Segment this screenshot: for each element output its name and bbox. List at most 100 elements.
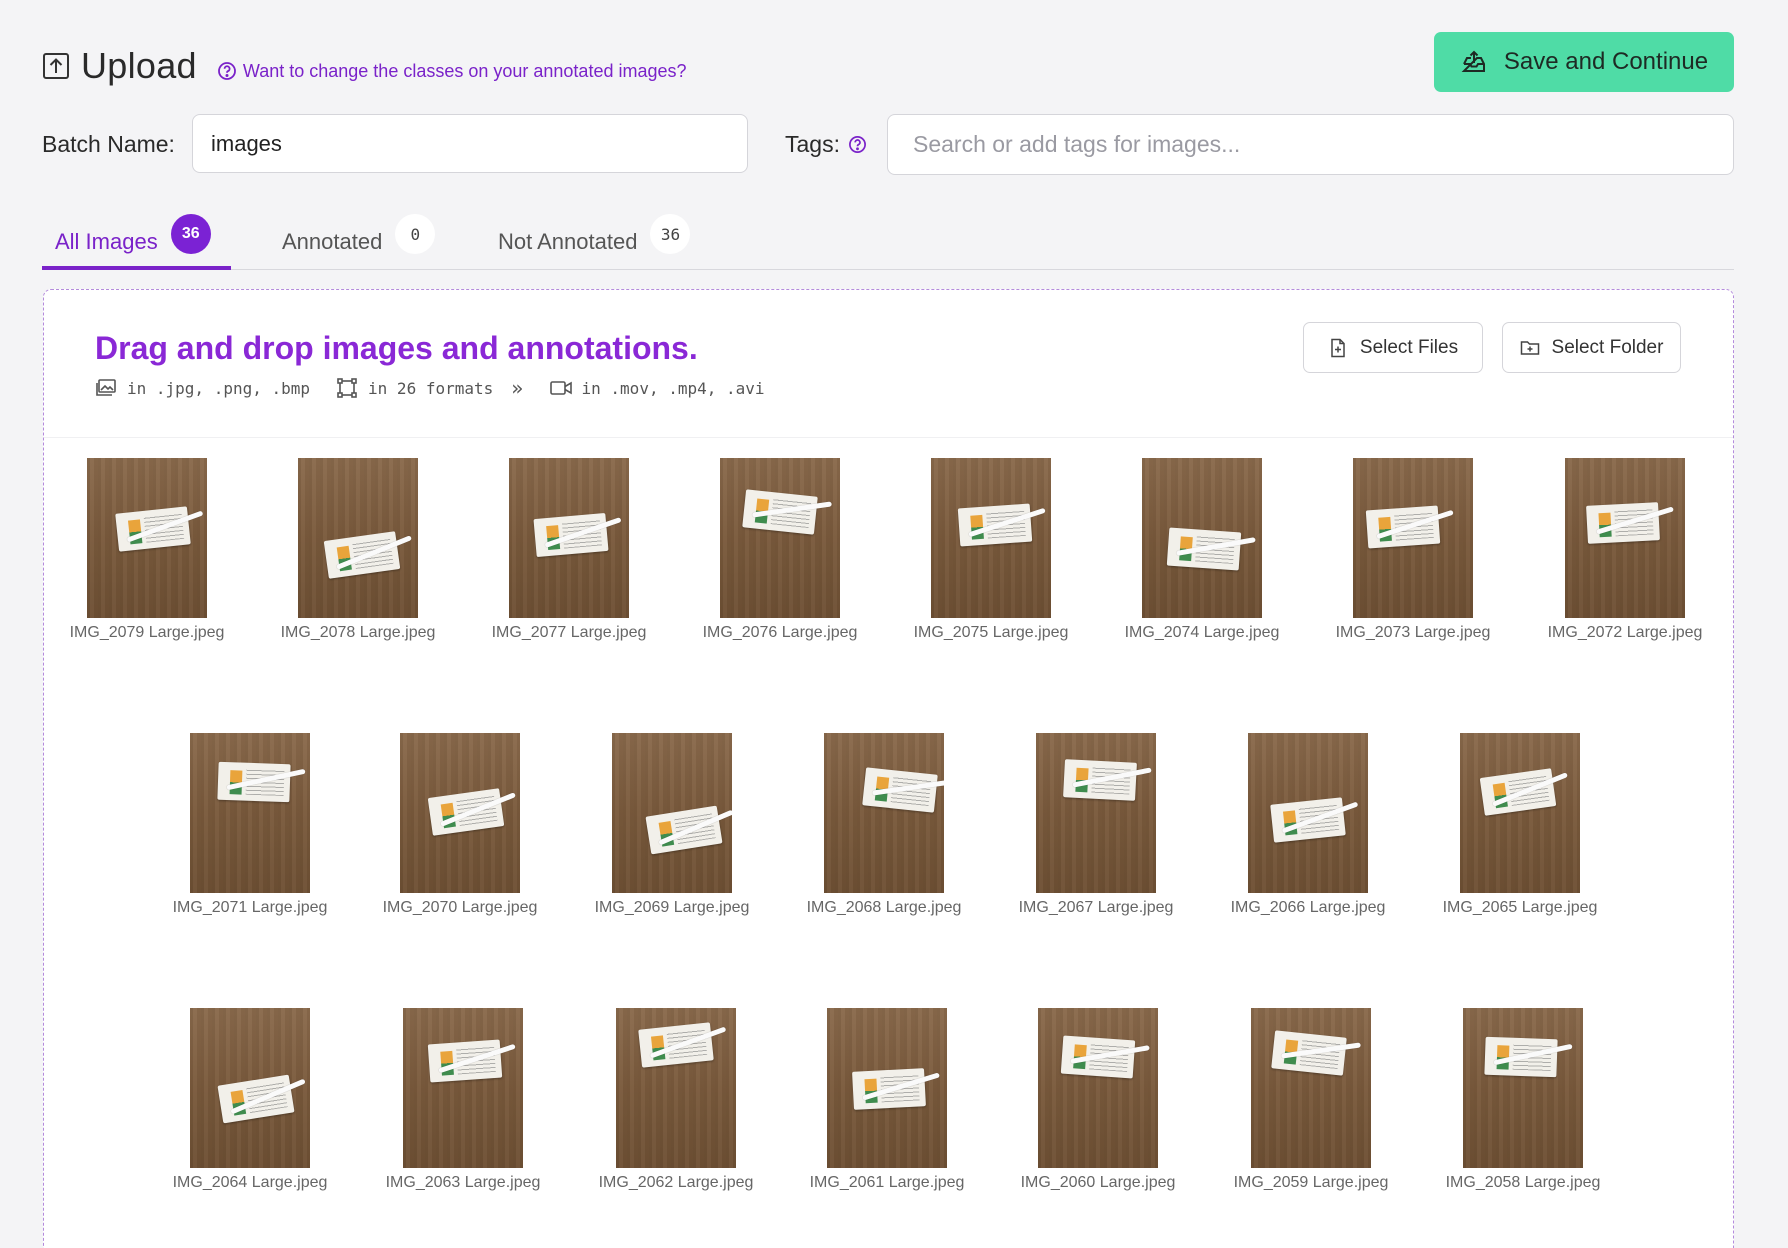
image-thumbnail-card[interactable]: IMG_2068 Large.jpeg [799,733,969,917]
file-plus-icon [1331,338,1345,357]
images-icon [96,379,116,396]
tab-label: All Images [55,229,158,254]
image-filename: IMG_2074 Large.jpeg [1124,624,1280,641]
image-thumbnail [87,458,207,618]
tags-search-input[interactable] [887,114,1734,175]
image-thumbnail [403,1008,523,1168]
image-thumbnail-card[interactable]: IMG_2074 Large.jpeg [1117,458,1287,642]
tags-label-group: Tags: [785,131,867,158]
image-thumbnail-card[interactable]: IMG_2059 Large.jpeg [1226,1008,1396,1192]
select-files-button[interactable]: Select Files [1303,322,1483,373]
image-thumbnail-card[interactable]: IMG_2065 Large.jpeg [1435,733,1605,917]
image-thumbnail-card[interactable]: IMG_2067 Large.jpeg [1011,733,1181,917]
image-thumbnail-card[interactable]: IMG_2070 Large.jpeg [375,733,545,917]
batch-tags-row: Batch Name: Tags: [42,114,1734,175]
image-thumbnail-card[interactable]: IMG_2076 Large.jpeg [695,458,865,642]
tab-annotated[interactable]: Annotated 0 [282,214,436,270]
change-classes-link[interactable]: Want to change the classes on your annot… [217,61,687,82]
drop-zone[interactable]: Drag and drop images and annotations. in… [43,289,1734,1248]
image-thumbnail-card[interactable]: IMG_2078 Large.jpeg [273,458,443,642]
image-thumbnail-card[interactable]: IMG_2058 Large.jpeg [1438,1008,1608,1192]
image-filename: IMG_2058 Large.jpeg [1445,1174,1601,1191]
image-filename: IMG_2066 Large.jpeg [1230,899,1386,916]
image-filename: IMG_2065 Large.jpeg [1442,899,1598,916]
image-formats-text: in .jpg, .png, .bmp [127,378,311,398]
count-badge: 0 [395,214,436,254]
help-circle-icon[interactable] [848,135,867,154]
image-thumbnail [1463,1008,1583,1168]
image-thumbnail-card[interactable]: IMG_2073 Large.jpeg [1328,458,1498,642]
drop-zone-header: Drag and drop images and annotations. in… [44,290,1733,438]
video-icon [549,381,572,395]
count-badge: 36 [650,214,691,254]
image-thumbnail-card[interactable]: IMG_2075 Large.jpeg [906,458,1076,642]
image-filename: IMG_2075 Large.jpeg [913,624,1069,641]
tab-label: Not Annotated [498,229,638,254]
video-formats-text: in .mov, .mp4, .avi [581,378,765,398]
upload-page: Upload Want to change the classes on you… [0,0,1788,1248]
image-thumbnail-card[interactable]: IMG_2062 Large.jpeg [591,1008,761,1192]
upload-icon [43,53,69,79]
image-thumbnail-card[interactable]: IMG_2060 Large.jpeg [1013,1008,1183,1192]
image-thumbnail [827,1008,947,1168]
image-thumbnail-card[interactable]: IMG_2072 Large.jpeg [1540,458,1710,642]
image-filename: IMG_2073 Large.jpeg [1335,624,1491,641]
tab-all-images[interactable]: All Images 36 [42,214,231,270]
folder-plus-icon [1520,340,1539,355]
image-filename: IMG_2062 Large.jpeg [598,1174,754,1191]
image-thumbnail-card[interactable]: IMG_2061 Large.jpeg [802,1008,972,1192]
count-badge: 36 [170,214,211,254]
image-thumbnail [1565,458,1685,618]
image-thumbnail [931,458,1051,618]
image-filename: IMG_2078 Large.jpeg [280,624,436,641]
image-filename: IMG_2060 Large.jpeg [1020,1174,1176,1191]
tab-label: Annotated [282,229,383,254]
image-thumbnail-card[interactable]: IMG_2077 Large.jpeg [484,458,654,642]
image-thumbnail-card[interactable]: IMG_2069 Large.jpeg [587,733,757,917]
image-thumbnail [1251,1008,1371,1168]
annotation-formats-text: in 26 formats [368,378,494,398]
image-thumbnail-card[interactable]: IMG_2064 Large.jpeg [165,1008,335,1192]
image-thumbnail [612,733,732,893]
drop-zone-title: Drag and drop images and annotations. [95,330,698,366]
batch-name-input[interactable] [192,114,748,173]
image-thumbnail [1460,733,1580,893]
image-thumbnail [509,458,629,618]
image-filename: IMG_2070 Large.jpeg [382,899,538,916]
change-classes-link-label: Want to change the classes on your annot… [242,60,687,81]
image-filter-tabs: All Images 36 Annotated 0 Not Annotated … [42,206,1734,270]
image-thumbnail [1142,458,1262,618]
image-thumbnail [1038,1008,1158,1168]
image-formats: in .jpg, .png, .bmp [95,378,310,398]
image-thumbnail [298,458,418,618]
image-filename: IMG_2076 Large.jpeg [702,624,858,641]
image-thumbnail [720,458,840,618]
image-filename: IMG_2067 Large.jpeg [1018,899,1174,916]
help-circle-icon [217,62,236,80]
image-filename: IMG_2071 Large.jpeg [172,899,328,916]
image-filename: IMG_2063 Large.jpeg [385,1174,541,1191]
image-thumbnail-card[interactable]: IMG_2066 Large.jpeg [1223,733,1393,917]
image-thumbnail-card[interactable]: IMG_2079 Large.jpeg [62,458,232,642]
image-thumbnail-card[interactable]: IMG_2071 Large.jpeg [165,733,335,917]
video-formats: in .mov, .mp4, .avi [549,378,765,398]
chevrons-right-icon: » [511,376,524,400]
image-filename: IMG_2068 Large.jpeg [806,899,962,916]
page-title: Upload [81,45,197,86]
tab-not-annotated[interactable]: Not Annotated 36 [498,214,691,270]
supported-formats: in .jpg, .png, .bmp in 26 formats » in .… [95,376,791,400]
image-filename: IMG_2069 Large.jpeg [594,899,750,916]
save-and-continue-button[interactable]: Save and Continue [1434,32,1734,92]
image-filename: IMG_2077 Large.jpeg [491,624,647,641]
annotation-formats: in 26 formats [336,378,493,398]
image-thumbnail [1036,733,1156,893]
tags-label: Tags: [785,131,840,157]
save-and-continue-label: Save and Continue [1503,48,1709,75]
cloud-upload-icon [1461,50,1485,72]
image-filename: IMG_2059 Large.jpeg [1233,1174,1389,1191]
image-thumbnail-card[interactable]: IMG_2063 Large.jpeg [378,1008,548,1192]
select-folder-button[interactable]: Select Folder [1502,322,1681,373]
image-thumbnail [824,733,944,893]
image-thumbnail [190,733,310,893]
image-filename: IMG_2061 Large.jpeg [809,1174,965,1191]
